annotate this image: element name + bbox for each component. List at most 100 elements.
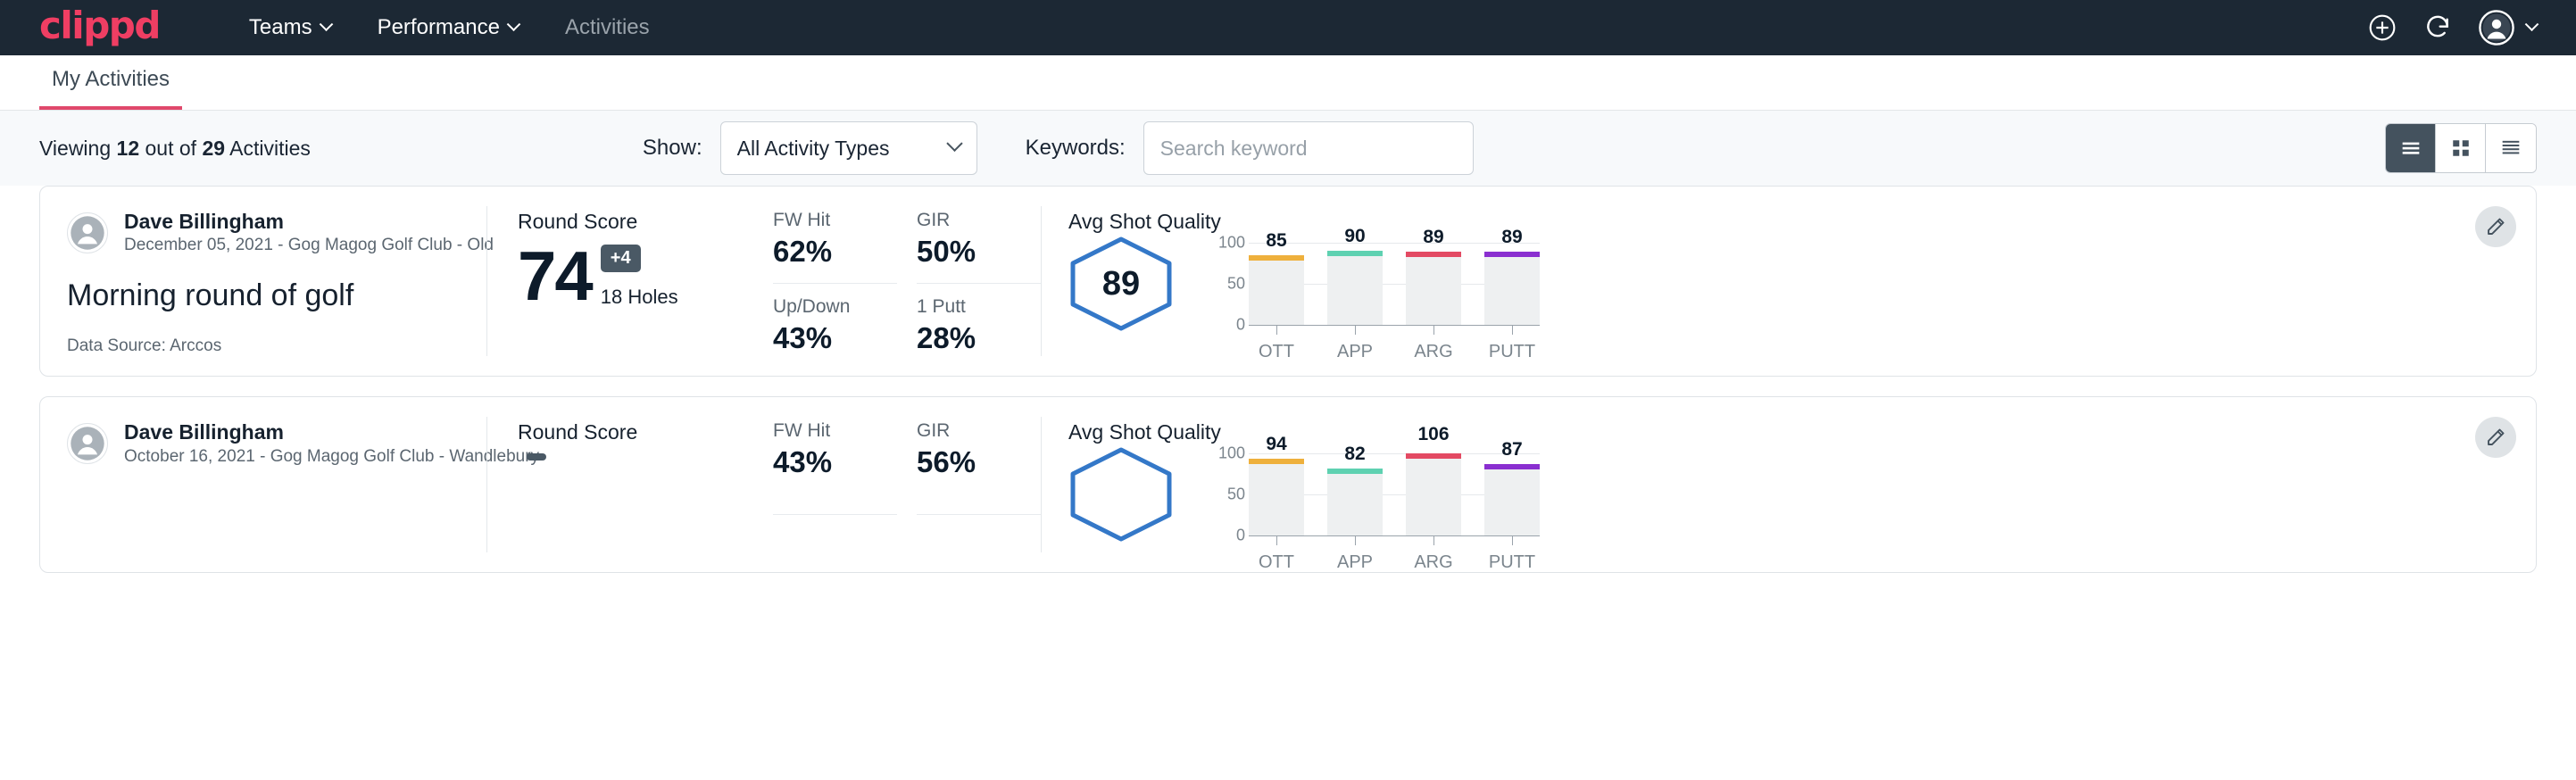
stat-value: 43%: [773, 445, 872, 479]
bar-column: 90 APP: [1327, 243, 1383, 325]
list-view-button[interactable]: [2386, 124, 2436, 172]
chevron-down-icon: [2525, 17, 2539, 31]
x-tick: [1512, 325, 1513, 335]
chart-plot-area: 94 OTT 82: [1249, 453, 1540, 535]
account-menu[interactable]: [2479, 10, 2537, 46]
y-tick: 100: [1218, 234, 1245, 253]
bar: [1249, 459, 1304, 535]
avg-shot-quality-body: 89 100 50 0 85: [1068, 236, 2509, 332]
activity-user: Dave Billingham December 05, 2021 - Gog …: [67, 210, 460, 255]
nav-item-activities-label: Activities: [565, 15, 650, 40]
shot-quality-hexagon: [1068, 446, 1174, 543]
y-tick: 0: [1236, 316, 1245, 335]
bar: [1327, 469, 1383, 535]
activity-user-text: Dave Billingham December 05, 2021 - Gog …: [124, 210, 494, 255]
bar-cap: [1406, 453, 1461, 459]
nav-item-performance[interactable]: Performance: [354, 15, 542, 40]
stat-up-down: [773, 515, 897, 553]
refresh-icon[interactable]: [2423, 13, 2452, 42]
round-score-row: [518, 453, 773, 518]
bar-value: 89: [1406, 227, 1461, 248]
bar-label: ARG: [1406, 552, 1461, 573]
edit-activity-button[interactable]: [2475, 206, 2516, 247]
stat-one-putt: 1 Putt 28%: [917, 284, 1041, 357]
bar-column: 85 OTT: [1249, 243, 1304, 325]
tab-my-activities-label: My Activities: [52, 67, 170, 91]
bar-column: 89 PUTT: [1484, 243, 1540, 325]
x-tick: [1276, 535, 1277, 545]
stat-fw-hit: FW Hit 62%: [773, 210, 897, 284]
avatar: [67, 423, 108, 464]
avatar-icon: [2479, 10, 2514, 46]
activity-type-select[interactable]: All Activity Types: [720, 121, 977, 175]
x-tick: [1433, 535, 1434, 545]
avg-shot-quality-block: Avg Shot Quality 100 50 0: [1042, 397, 2536, 572]
nav-item-activities[interactable]: Activities: [542, 15, 673, 40]
bar-value: 94: [1249, 434, 1304, 455]
stat-value: 28%: [917, 321, 1016, 355]
bar-cap: [1484, 252, 1540, 257]
shot-quality-hexagon: 89: [1068, 236, 1174, 332]
nav-right-actions: [2368, 10, 2537, 46]
avatar: [67, 212, 108, 253]
viewing-prefix: Viewing: [39, 137, 111, 160]
bar-value: 87: [1484, 439, 1540, 461]
activity-card[interactable]: Dave Billingham October 16, 2021 - Gog M…: [39, 396, 2537, 573]
stat-value: 62%: [773, 235, 872, 269]
nav-item-performance-label: Performance: [378, 15, 500, 40]
activity-data-source: Data Source: Arccos: [67, 336, 460, 356]
bar-cap: [1327, 469, 1383, 474]
y-tick: 100: [1218, 444, 1245, 463]
stat-value: 56%: [917, 445, 1016, 479]
bar-label: PUTT: [1484, 342, 1540, 362]
add-icon[interactable]: [2368, 13, 2397, 42]
view-mode-toggle-group: [2385, 123, 2537, 173]
round-score-meta: [527, 453, 546, 518]
tab-my-activities[interactable]: My Activities: [39, 67, 182, 110]
shot-quality-value: [1068, 446, 1174, 543]
keywords-filter-group: Keywords:: [1026, 121, 1474, 175]
search-input[interactable]: [1143, 121, 1474, 175]
grid-view-button[interactable]: [2436, 124, 2486, 172]
avatar-icon: [68, 213, 107, 253]
grid-view-icon: [2448, 136, 2473, 161]
x-tick: [1276, 325, 1277, 335]
x-tick: [1433, 325, 1434, 335]
bar-label: APP: [1327, 342, 1383, 362]
viewing-middle: out of: [145, 137, 197, 160]
avg-shot-quality-body: 100 50 0 94: [1068, 446, 2509, 543]
shot-quality-value: 89: [1068, 236, 1174, 332]
axis-baseline: [1249, 535, 1540, 536]
chevron-down-icon: [946, 135, 962, 151]
bar-value: 85: [1249, 230, 1304, 252]
y-tick: 50: [1227, 485, 1245, 504]
avatar-icon: [68, 424, 107, 463]
viewing-suffix: Activities: [229, 137, 311, 160]
activity-info: Dave Billingham December 05, 2021 - Gog …: [40, 187, 486, 376]
round-score-block: Round Score 74 +4 18 Holes: [487, 187, 773, 376]
round-score-value: 74: [518, 243, 592, 309]
bar-label: OTT: [1249, 342, 1304, 362]
keywords-label: Keywords:: [1026, 136, 1126, 161]
bar-label: PUTT: [1484, 552, 1540, 573]
bar-label: APP: [1327, 552, 1383, 573]
bar-column: 87 PUTT: [1484, 453, 1540, 535]
x-tick: [1355, 325, 1356, 335]
compact-view-icon: [2498, 136, 2523, 161]
stat-value: 43%: [773, 321, 872, 355]
avg-shot-quality-block: Avg Shot Quality 89 100 50 0: [1042, 187, 2536, 376]
chart-y-axis: 100 50 0: [1208, 243, 1249, 325]
clippd-logo[interactable]: clippd: [39, 7, 160, 48]
stat-value: 50%: [917, 235, 1016, 269]
bar-cap: [1484, 464, 1540, 469]
activity-card[interactable]: Dave Billingham December 05, 2021 - Gog …: [39, 186, 2537, 377]
show-label: Show:: [643, 136, 702, 161]
stat-label: FW Hit: [773, 420, 872, 442]
round-stats-grid: FW Hit 43% GIR 56%: [773, 397, 1041, 572]
bar: [1484, 252, 1540, 325]
nav-item-teams[interactable]: Teams: [226, 15, 354, 40]
compact-view-button[interactable]: [2486, 124, 2536, 172]
round-score-label: Round Score: [518, 420, 773, 444]
score-to-par-badge: [527, 453, 546, 461]
chevron-down-icon: [319, 17, 333, 31]
